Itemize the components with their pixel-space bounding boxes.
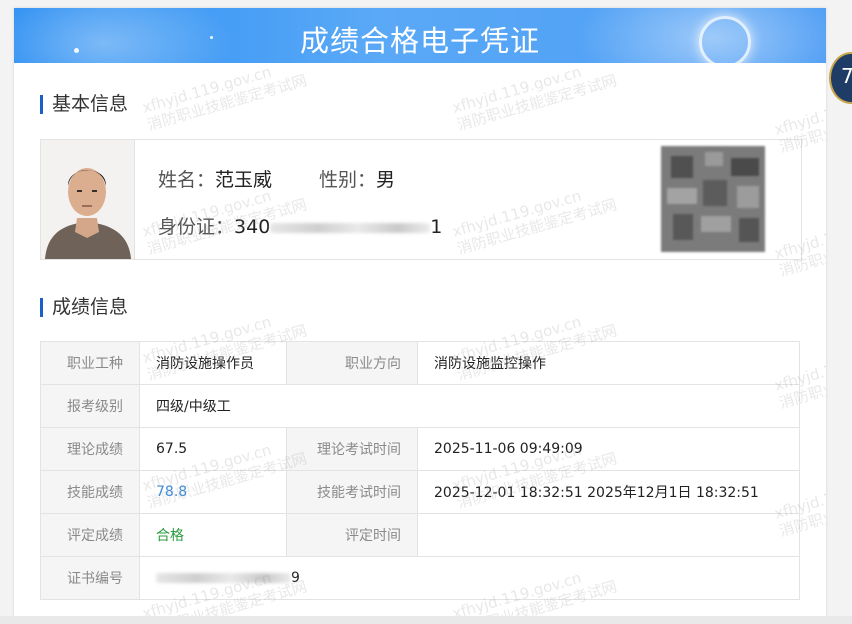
floating-badge-number: 7	[841, 64, 852, 88]
certificate-number-label: 证书编号	[40, 556, 140, 600]
id-redacted-blur	[270, 222, 431, 233]
skill-score-label: 技能成绩	[40, 470, 140, 514]
table-row: 职业工种 消防设施操作员 职业方向 消防设施监控操作	[40, 341, 800, 385]
section-title-scores: 成绩信息	[40, 296, 128, 318]
bottom-strip	[0, 616, 852, 624]
occupation-value: 消防设施操作员	[139, 341, 287, 385]
name-row: 姓名：范玉威	[158, 165, 272, 192]
watermark: xfhyjd.119.gov.cn消防职业技能鉴定考试网	[450, 62, 619, 135]
final-result-value: 合格	[139, 513, 287, 557]
gender-value: 男	[376, 169, 396, 191]
scores-table: 职业工种 消防设施操作员 职业方向 消防设施监控操作 报考级别 四级/中级工 理…	[40, 341, 800, 600]
gender-row: 性别：男	[319, 165, 395, 192]
gender-label: 性别：	[319, 169, 377, 191]
id-value-prefix: 340	[234, 216, 271, 238]
final-result-label: 评定成绩	[40, 513, 140, 557]
certificate-title: 成绩合格电子凭证	[299, 24, 540, 58]
table-row: 技能成绩 78.8 技能考试时间 2025-12-01 18:32:51 202…	[40, 470, 800, 514]
assessment-time-label: 评定时间	[286, 513, 418, 557]
certificate-number-suffix: 9	[291, 570, 300, 586]
table-row: 报考级别 四级/中级工	[40, 384, 800, 428]
theory-score-label: 理论成绩	[40, 427, 140, 471]
certificate-card: 成绩合格电子凭证 基本信息 姓名：范玉威 性别：男 身份证：340 1 成绩信息…	[14, 8, 826, 624]
id-value-suffix: 1	[430, 216, 443, 238]
table-row: 证书编号 9	[40, 556, 800, 600]
watermark: xfhyjd.119.gov.cn消防职业技能鉴定考试网	[140, 62, 309, 135]
certificate-number-blur	[156, 573, 291, 583]
theory-score-value: 67.5	[139, 427, 287, 471]
table-row: 评定成绩 合格 评定时间	[40, 513, 800, 557]
floating-badge[interactable]: 7	[829, 52, 852, 104]
skill-score-value: 78.8	[139, 470, 287, 514]
table-row: 理论成绩 67.5 理论考试时间 2025-11-06 09:49:09	[40, 427, 800, 471]
level-label: 报考级别	[40, 384, 140, 428]
certificate-number-value: 9	[139, 556, 800, 600]
level-value: 四级/中级工	[139, 384, 800, 428]
skill-exam-time-label: 技能考试时间	[286, 470, 418, 514]
skill-exam-time-value: 2025-12-01 18:32:51 2025年12月1日 18:32:51	[417, 470, 800, 514]
name-value: 范玉威	[215, 169, 273, 191]
assessment-time-value	[417, 513, 800, 557]
basic-info-panel: 姓名：范玉威 性别：男 身份证：340 1	[40, 139, 802, 260]
theory-exam-time-value: 2025-11-06 09:49:09	[417, 427, 800, 471]
certificate-banner: 成绩合格电子凭证	[14, 8, 826, 63]
occupation-label: 职业工种	[40, 341, 140, 385]
qr-code-blurred	[661, 146, 771, 252]
name-label: 姓名：	[158, 169, 216, 191]
section-title-basic: 基本信息	[40, 93, 128, 115]
candidate-photo	[41, 140, 135, 259]
direction-label: 职业方向	[286, 341, 418, 385]
id-row: 身份证：340 1	[158, 212, 442, 239]
direction-value: 消防设施监控操作	[417, 341, 800, 385]
id-label: 身份证：	[158, 216, 235, 238]
theory-exam-time-label: 理论考试时间	[286, 427, 418, 471]
